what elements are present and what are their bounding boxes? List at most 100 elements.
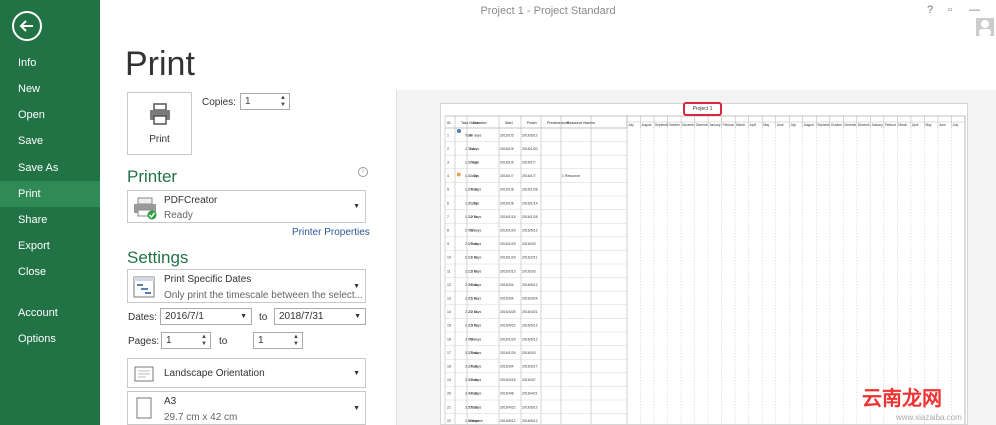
spin-up-icon[interactable]: ▲	[280, 95, 286, 101]
table-cell: 25 days	[469, 242, 482, 246]
table-cell: 50 days	[469, 283, 482, 287]
table-cell: 2016/5/12	[522, 337, 538, 341]
table-cell: 2016/5/12	[522, 419, 538, 423]
nav-print[interactable]: Print	[0, 181, 100, 207]
landscape-page-icon	[134, 366, 154, 382]
spin-up-icon[interactable]: ▲	[201, 334, 207, 340]
nav-new[interactable]: New	[0, 76, 100, 102]
printer-dropdown[interactable]: PDFCreator Ready ▼	[127, 190, 366, 223]
table-cell: 2016/1/20	[522, 147, 538, 151]
preview-page: ID Task Name Duration Start Finish Predecesso…	[440, 103, 968, 425]
table-cell: 2016/1/28	[522, 215, 538, 219]
chevron-down-icon: ▼	[354, 313, 361, 320]
chevron-down-icon: ▼	[353, 405, 360, 412]
printer-device-icon	[134, 197, 157, 220]
paper-dims-value: 29.7 cm x 42 cm	[164, 412, 238, 423]
table-cell: 10 days	[469, 215, 482, 219]
table-cell: 15 days	[469, 269, 482, 273]
table-cell: 12	[447, 283, 451, 287]
info-icon[interactable]: i	[358, 167, 368, 177]
table-cell: 2016/1/7	[522, 161, 536, 165]
month-label: Novemb	[844, 123, 856, 127]
table-cell: 2016/1/15	[500, 215, 516, 219]
pages-label: Pages:	[128, 336, 160, 347]
spin-down-icon[interactable]: ▼	[293, 341, 299, 347]
date-from-value: 2016/7/1	[165, 311, 204, 322]
month-label: June	[777, 123, 784, 127]
date-to-field[interactable]: 2018/7/31 ▼	[274, 308, 366, 325]
table-cell: 2016/1/29	[500, 242, 516, 246]
nav-close[interactable]: Close	[0, 259, 100, 285]
minimize-icon[interactable]: —	[969, 4, 980, 16]
chevron-down-icon: ▼	[353, 283, 360, 290]
spin-up-icon[interactable]: ▲	[293, 334, 299, 340]
ribbon-display-icon[interactable]: ▫	[948, 4, 952, 16]
table-cell: 2016/4/8	[500, 392, 514, 396]
date-to-value: 2018/7/31	[279, 311, 324, 322]
table-cell: 2016/1/7	[522, 174, 536, 178]
chevron-down-icon: ▼	[240, 313, 247, 320]
table-cell: 2016/4/7	[522, 378, 536, 382]
table-cell: 2016/3/17	[522, 365, 538, 369]
nav-options[interactable]: Options	[0, 326, 100, 352]
nav-save[interactable]: Save	[0, 128, 100, 154]
page-from-stepper[interactable]: 1 ▲ ▼	[161, 332, 211, 349]
watermark-url: www.xiazaiba.com	[896, 413, 962, 422]
month-label: July	[952, 123, 958, 127]
print-range-title: Print Specific Dates	[164, 274, 252, 285]
table-cell: 3 days	[469, 147, 480, 151]
month-label: April	[750, 123, 757, 127]
chevron-down-icon: ▼	[353, 370, 360, 377]
table-cell: 2016/3/4	[500, 297, 514, 301]
nav-export[interactable]: Export	[0, 233, 100, 259]
gantt-preview: ID Task NameDuration Start Finish Predecesso…	[444, 115, 966, 424]
nav-open[interactable]: Open	[0, 102, 100, 128]
table-cell: 2016/3/4	[500, 283, 514, 287]
column-header: Duration	[473, 121, 487, 125]
nav-save-as[interactable]: Save As	[0, 155, 100, 181]
back-arrow-icon	[19, 20, 33, 32]
date-from-field[interactable]: 2016/7/1 ▼	[160, 308, 252, 325]
printer-properties-link[interactable]: Printer Properties	[292, 227, 370, 238]
table-cell: 10 days	[469, 365, 482, 369]
table-cell: 7	[447, 215, 449, 219]
nav-info[interactable]: Info	[0, 50, 100, 76]
table-cell: 2016/4/21	[522, 310, 538, 314]
print-range-dropdown[interactable]: Print Specific Dates Only print the time…	[127, 269, 366, 303]
note-indicator-icon	[457, 172, 461, 177]
table-cell: 15 days	[469, 405, 482, 409]
table-cell: 15 days	[469, 324, 482, 328]
table-cell: 2	[447, 147, 449, 151]
table-cell: 2016/3/3	[522, 351, 536, 355]
print-range-desc: Only print the timescale between the sel…	[164, 290, 363, 301]
table-cell: 1 Resource	[562, 174, 580, 178]
user-avatar-icon[interactable]	[976, 18, 994, 36]
help-icon[interactable]: ?	[927, 4, 933, 16]
table-cell: 2016/1/5	[500, 147, 514, 151]
copies-stepper[interactable]: 1 ▲ ▼	[240, 93, 290, 110]
print-button[interactable]: Print	[127, 92, 192, 155]
spin-down-icon[interactable]: ▼	[201, 341, 207, 347]
table-cell: 15 days	[469, 297, 482, 301]
timescale-icon	[133, 276, 155, 298]
title-bar: Project 1 - Project Standard ? ▫ —	[100, 0, 996, 36]
month-label: January	[709, 123, 721, 127]
backstage-sidebar: Info New Open Save Save As Print Share E…	[0, 0, 100, 425]
table-cell: 2016/4/22	[500, 324, 516, 328]
orientation-dropdown[interactable]: Landscape Orientation ▼	[127, 358, 366, 388]
table-cell: 2016/2/12	[500, 269, 516, 273]
table-cell: 2016/1/29	[500, 229, 516, 233]
nav-share[interactable]: Share	[0, 207, 100, 233]
paper-size-dropdown[interactable]: A3 29.7 cm x 42 cm ▼	[127, 391, 366, 425]
spin-down-icon[interactable]: ▼	[280, 102, 286, 108]
page-to-stepper[interactable]: 1 ▲ ▼	[253, 332, 303, 349]
nav-account[interactable]: Account	[0, 300, 100, 326]
table-cell: 4	[447, 174, 449, 178]
back-button[interactable]	[12, 11, 42, 41]
month-label: July	[790, 123, 796, 127]
table-cell: 11	[447, 269, 451, 273]
table-cell: 14	[447, 310, 451, 314]
chevron-down-icon: ▼	[353, 203, 360, 210]
month-label: June	[939, 123, 946, 127]
info-indicator-icon	[457, 129, 461, 133]
